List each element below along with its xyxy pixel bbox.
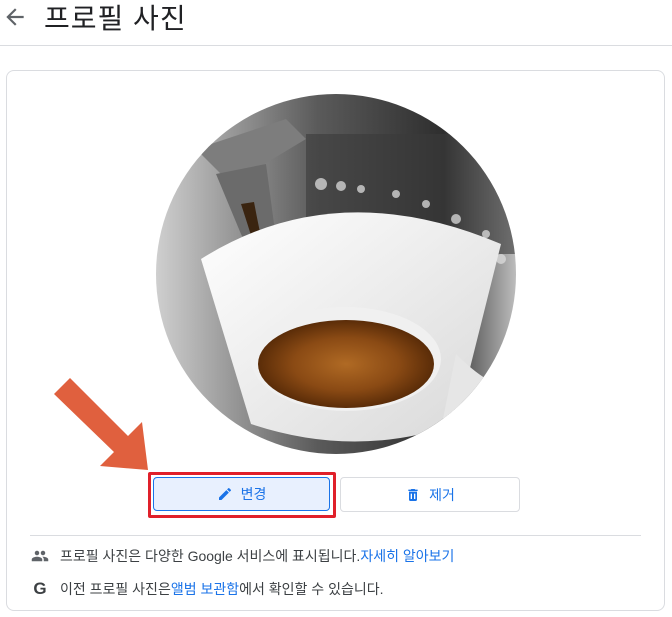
change-button-label: 변경	[240, 486, 267, 502]
info-text-suffix: 에서 확인할 수 있습니다.	[239, 581, 384, 597]
google-g-icon: G	[33, 579, 47, 598]
trash-icon	[408, 488, 418, 501]
divider	[30, 535, 641, 536]
album-archive-link[interactable]: 앨범 보관함	[171, 579, 239, 599]
info-text: 프로필 사진은 다양한 Google 서비스에 표시됩니다.	[60, 548, 361, 564]
change-photo-button[interactable]: 변경	[153, 477, 330, 511]
people-icon	[30, 546, 50, 566]
remove-button-label: 제거	[429, 486, 455, 503]
info-row-services: 프로필 사진은 다양한 Google 서비스에 표시됩니다. 자세히 알아보기	[30, 546, 454, 566]
header: 프로필 사진	[0, 0, 672, 46]
remove-photo-button[interactable]: 제거	[340, 477, 520, 512]
info-row-album: G 이전 프로필 사진은 앨범 보관함 에서 확인할 수 있습니다.	[30, 579, 383, 599]
profile-photo[interactable]	[156, 94, 516, 454]
annotation-arrow	[54, 378, 148, 470]
learn-more-link[interactable]: 자세히 알아보기	[360, 546, 454, 566]
info-text-prefix: 이전 프로필 사진은	[60, 581, 171, 597]
arrow-back-icon[interactable]	[2, 4, 28, 30]
pencil-icon	[218, 487, 231, 500]
espresso-photo-image	[156, 94, 516, 454]
page-title: 프로필 사진	[44, 3, 187, 34]
